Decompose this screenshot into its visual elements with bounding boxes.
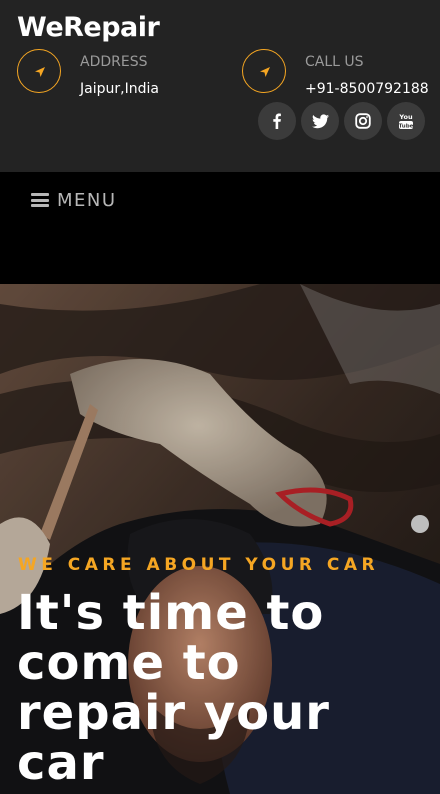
address-icon-circle: [17, 49, 61, 93]
location-arrow-icon: [260, 67, 270, 77]
hamburger-icon: [31, 193, 49, 207]
facebook-icon: [273, 113, 281, 129]
address-label: ADDRESS: [80, 54, 148, 70]
call-icon-circle: [242, 49, 286, 93]
instagram-link[interactable]: [344, 102, 382, 140]
call-value[interactable]: +91-8500792188: [305, 81, 429, 97]
svg-text:You: You: [398, 113, 413, 121]
youtube-icon: You Tube: [398, 113, 414, 129]
address-block: ADDRESS Jaipur,India: [17, 49, 217, 97]
headline-line: repair your: [17, 685, 330, 741]
headline-line: come to: [17, 635, 241, 691]
brand-logo[interactable]: WeRepair: [17, 12, 160, 43]
hero-kicker: WE CARE ABOUT YOUR CAR: [18, 555, 380, 575]
twitter-link[interactable]: [301, 102, 339, 140]
headline-line: It's time to: [17, 585, 325, 641]
call-block: CALL US +91-8500792188: [242, 49, 432, 97]
headline-line: car: [17, 735, 105, 791]
youtube-link[interactable]: You Tube: [387, 102, 425, 140]
social-links: You Tube: [258, 102, 428, 140]
menu-toggle-button[interactable]: MENU: [31, 188, 117, 212]
address-value: Jaipur,India: [80, 81, 159, 97]
menu-label: MENU: [57, 189, 117, 211]
top-bar: WeRepair ADDRESS Jaipur,India CALL US +9…: [0, 0, 440, 172]
twitter-icon: [311, 113, 329, 128]
svg-text:Tube: Tube: [399, 123, 414, 129]
hero-banner: WE CARE ABOUT YOUR CAR It's time to come…: [0, 284, 440, 794]
location-arrow-icon: [35, 67, 45, 77]
hero-headline: It's time to come to repair your car: [17, 588, 437, 788]
instagram-icon: [355, 113, 371, 129]
call-label: CALL US: [305, 54, 364, 70]
facebook-link[interactable]: [258, 102, 296, 140]
main-navigation: MENU: [0, 172, 440, 284]
